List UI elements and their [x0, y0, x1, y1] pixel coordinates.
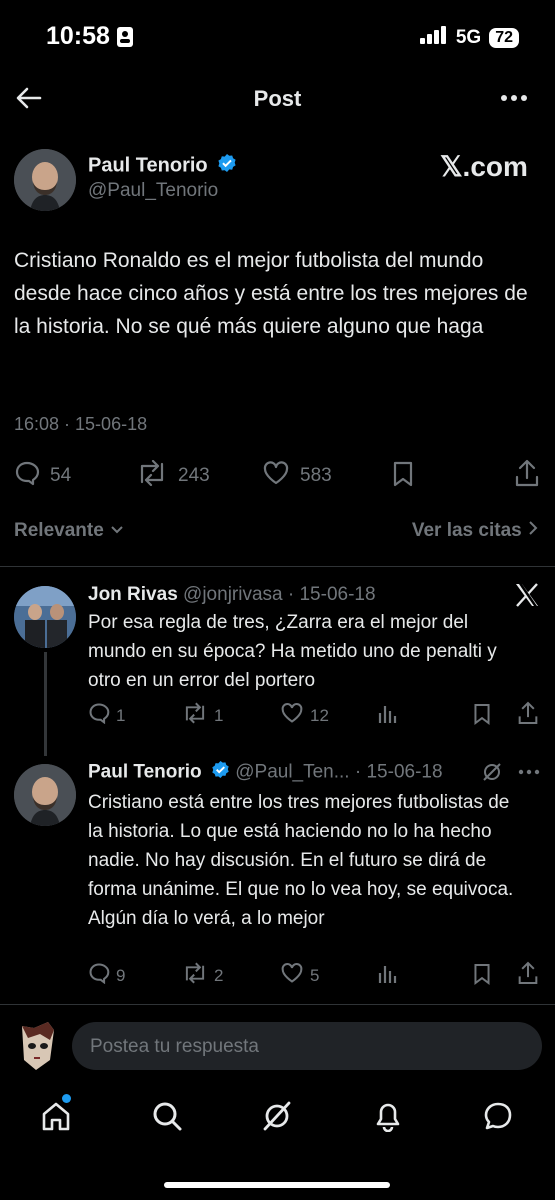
reply-header[interactable]: Jon Rivas @jonjrivasa · 15-06-18 — [88, 584, 376, 606]
reply-author-name[interactable]: Jon Rivas — [88, 584, 178, 605]
post-timestamp: 16:08 · 15-06-18 — [14, 414, 148, 434]
like-action[interactable]: 583 — [262, 460, 332, 492]
share-icon[interactable] — [516, 700, 540, 726]
reply-icon — [14, 460, 40, 492]
bell-icon[interactable] — [370, 1098, 406, 1134]
repost-count: 2 — [214, 965, 224, 985]
home-indicator — [164, 1182, 390, 1188]
user-avatar[interactable] — [14, 1020, 60, 1072]
reply-icon — [88, 702, 110, 729]
author-handle[interactable]: @Paul_Tenorio — [88, 180, 218, 202]
more-options-icon[interactable] — [498, 88, 530, 108]
more-options-icon[interactable] — [516, 764, 542, 780]
view-quotes-label: Ver las citas — [411, 520, 522, 541]
reply-avatar[interactable] — [14, 764, 76, 826]
x-logo-icon — [512, 580, 542, 610]
grok-icon[interactable] — [480, 760, 504, 784]
sort-dropdown[interactable]: Relevante — [14, 520, 125, 542]
reply-icon — [88, 962, 110, 989]
sort-label: Relevante — [14, 520, 104, 541]
id-card-icon — [116, 26, 134, 53]
reply-date: · 15-06-18 — [354, 761, 443, 783]
bottom-tab-bar — [0, 1090, 555, 1145]
like-count: 12 — [310, 705, 329, 725]
reply-action[interactable]: 9 — [88, 962, 125, 989]
messages-icon[interactable] — [480, 1098, 516, 1134]
repost-count: 1 — [214, 705, 224, 725]
repost-action[interactable]: 2 — [182, 962, 223, 989]
bookmark-icon[interactable] — [470, 962, 494, 986]
reply-author-handle[interactable]: @Paul_Ten... — [235, 762, 349, 783]
share-icon[interactable] — [516, 960, 540, 986]
notification-dot — [62, 1094, 71, 1103]
reply-author-handle[interactable]: @jonjrivasa — [183, 584, 283, 605]
repost-count: 243 — [178, 465, 210, 486]
repost-icon — [182, 702, 208, 729]
reply-action[interactable]: 54 — [14, 460, 71, 492]
verified-badge-icon — [211, 760, 230, 785]
share-icon[interactable] — [513, 458, 541, 488]
repost-icon — [136, 459, 168, 492]
reply-date: · 15-06-18 — [287, 584, 376, 605]
home-icon[interactable] — [38, 1098, 74, 1134]
analytics-icon[interactable] — [376, 962, 400, 986]
reply-count: 54 — [50, 465, 72, 486]
repost-action[interactable]: 1 — [182, 702, 223, 729]
battery-icon: 72 — [489, 28, 519, 48]
verified-badge-icon — [217, 153, 237, 179]
x-watermark: 𝕏.com — [440, 151, 528, 182]
bookmark-icon[interactable] — [470, 702, 494, 726]
chevron-down-icon — [109, 520, 125, 541]
post-text: Cristiano Ronaldo es el mejor futbolista… — [14, 249, 528, 338]
thread-line — [44, 652, 47, 756]
like-action[interactable]: 5 — [280, 962, 319, 989]
network-label: 5G — [455, 27, 482, 48]
heart-icon — [262, 460, 290, 492]
author-avatar[interactable] — [14, 149, 76, 211]
reply-action[interactable]: 1 — [88, 702, 125, 729]
repost-action[interactable]: 243 — [136, 459, 210, 492]
bookmark-icon[interactable] — [390, 460, 416, 488]
analytics-icon[interactable] — [376, 702, 400, 726]
reply-author-name[interactable]: Paul Tenorio — [88, 762, 202, 783]
like-count: 583 — [300, 465, 332, 486]
status-bar: 10:58 5G 72 — [0, 0, 555, 75]
reply-count: 9 — [116, 965, 126, 985]
reply-avatar[interactable] — [14, 586, 76, 648]
reply-header[interactable]: Paul Tenorio @Paul_Ten... · 15-06-18 — [88, 760, 443, 785]
divider — [0, 566, 555, 567]
author-name-row[interactable]: Paul Tenorio — [88, 153, 237, 179]
heart-icon — [280, 962, 304, 989]
reply-count: 1 — [116, 705, 126, 725]
reply-text: Por esa regla de tres, ¿Zarra era el mej… — [88, 612, 497, 691]
status-time: 10:58 — [46, 22, 110, 50]
repost-icon — [182, 962, 208, 989]
signal-icon — [419, 26, 448, 50]
author-name[interactable]: Paul Tenorio — [88, 154, 208, 176]
grok-icon[interactable] — [259, 1098, 295, 1134]
view-quotes-link[interactable]: Ver las citas — [412, 520, 539, 542]
divider — [0, 1004, 555, 1005]
reply-text: Cristiano está entre los tres mejores fu… — [88, 792, 514, 929]
search-icon[interactable] — [149, 1098, 185, 1134]
like-count: 5 — [310, 965, 320, 985]
post-actions: 54 243 583 — [0, 458, 555, 492]
chevron-right-icon — [527, 520, 539, 541]
heart-icon — [280, 702, 304, 729]
page-title: Post — [253, 86, 302, 111]
status-indicators: 5G 72 — [419, 26, 519, 50]
like-action[interactable]: 12 — [280, 702, 329, 729]
compose-placeholder: Postea tu respuesta — [90, 1036, 259, 1057]
